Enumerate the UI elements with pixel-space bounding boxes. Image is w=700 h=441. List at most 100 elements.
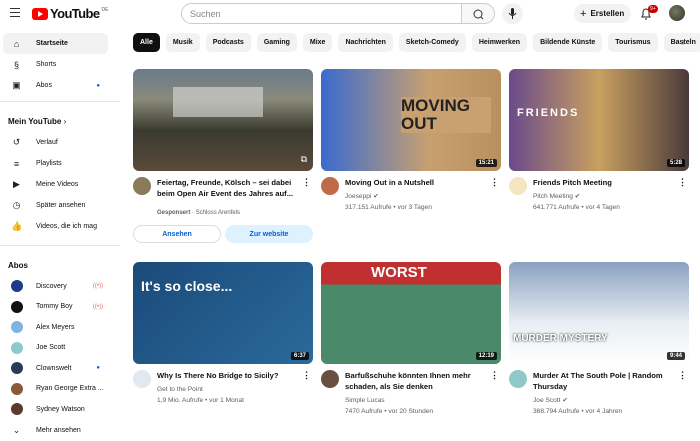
you-section-heading[interactable]: Mein YouTube › <box>0 107 120 132</box>
sidebar-subscription[interactable]: Clownswelt ● <box>3 358 108 379</box>
more-options-icon[interactable]: ⋮ <box>678 177 687 188</box>
channel-avatar[interactable] <box>321 370 339 388</box>
sidebar-item-abos[interactable]: ▣ Abos ● <box>3 75 108 96</box>
video-title[interactable]: Feiertag, Freunde, Kölsch – sei dabei be… <box>157 177 305 199</box>
home-icon: ⌂ <box>13 38 20 49</box>
channel-avatar[interactable] <box>321 177 339 195</box>
chip-sketch-comedy[interactable]: Sketch-Comedy <box>398 33 466 52</box>
thumbnail-text: MOVING OUT <box>401 97 491 133</box>
sidebar-subscription[interactable]: Discovery ((•)) <box>3 276 108 297</box>
video-thumbnail[interactable]: MOVING OUT 15:21 <box>321 69 501 171</box>
account-avatar[interactable] <box>669 5 685 21</box>
video-card[interactable]: MURDER MYSTERY 9:44 Murder At The South P… <box>509 262 689 417</box>
sidebar-item-shorts[interactable]: § Shorts <box>3 54 108 75</box>
channel-name[interactable]: Simple Lucas <box>345 397 385 404</box>
show-more-button[interactable]: ⌄ Mehr ansehen <box>3 420 108 441</box>
sidebar-item-watch-later[interactable]: ◷ Später ansehen <box>3 195 108 216</box>
sidebar-subscription[interactable]: Tommy Boy ((•)) <box>3 297 108 318</box>
chip-bildende künste[interactable]: Bildende Künste <box>533 33 603 52</box>
channel-avatar[interactable] <box>509 177 527 195</box>
video-thumbnail[interactable]: WORST 12:19 <box>321 262 501 364</box>
video-thumbnail[interactable]: MURDER MYSTERY 9:44 <box>509 262 689 364</box>
new-content-dot: ● <box>96 82 100 89</box>
notification-badge: 9+ <box>648 5 658 13</box>
ad-thumbnail[interactable]: ⧉ <box>133 69 313 171</box>
channel-avatar[interactable] <box>133 370 151 388</box>
chip-alle[interactable]: Alle <box>133 33 160 52</box>
menu-icon[interactable] <box>10 8 20 17</box>
thumbnail-text: FRIENDS <box>517 107 580 119</box>
video-title[interactable]: Friends Pitch Meeting <box>533 177 681 188</box>
create-button[interactable]: + Erstellen <box>574 4 631 23</box>
channel-name[interactable]: Get to the Point <box>157 386 203 393</box>
video-stats: 1,9 Mio. Aufrufe • vor 1 Monat <box>157 397 244 404</box>
video-title[interactable]: Barfußschuhe könnten Ihnen mehr schaden,… <box>345 370 493 392</box>
sidebar-subscription[interactable]: Ryan George Extra ... <box>3 379 108 400</box>
chip-tourismus[interactable]: Tourismus <box>608 33 658 52</box>
thumbnail-text: It's so close... <box>141 278 233 294</box>
chip-nachrichten[interactable]: Nachrichten <box>338 33 393 52</box>
video-card[interactable]: MOVING OUT 15:21 Moving Out in a Nutshell… <box>321 69 501 213</box>
more-options-icon[interactable]: ⋮ <box>678 370 687 381</box>
verified-icon: ✔ <box>574 193 581 200</box>
channel-name[interactable]: Joe Scott <box>533 397 561 404</box>
chip-heimwerken[interactable]: Heimwerken <box>471 33 528 52</box>
more-options-icon[interactable]: ⋮ <box>490 177 499 188</box>
sidebar-item-history[interactable]: ↺ Verlauf <box>3 132 108 153</box>
video-stats: 641.771 Aufrufe • vor 4 Tagen <box>533 204 620 211</box>
video-card[interactable]: It's so close... 6:37 Why Is There No Bri… <box>133 262 313 406</box>
video-thumbnail[interactable]: It's so close... 6:37 <box>133 262 313 364</box>
ad-card[interactable]: ⧉ Feiertag, Freunde, Kölsch – sei dabei … <box>133 69 313 243</box>
more-options-icon[interactable]: ⋮ <box>302 370 311 381</box>
video-title[interactable]: Why Is There No Bridge to Sicily? <box>157 370 305 381</box>
sidebar-item-startseite[interactable]: ⌂ Startseite <box>3 33 108 54</box>
watch-button[interactable]: Ansehen <box>133 225 221 243</box>
search-button[interactable] <box>461 3 495 24</box>
video-stats: 317.151 Aufrufe • vor 3 Tagen <box>345 204 432 211</box>
sidebar-item-like[interactable]: 👍 Videos, die ich mag <box>3 216 108 237</box>
more-options-icon[interactable]: ⋮ <box>302 177 311 188</box>
video-title[interactable]: Murder At The South Pole | Random Thursd… <box>533 370 681 392</box>
channel-avatar[interactable] <box>509 370 527 388</box>
chip-musik[interactable]: Musik <box>165 33 200 52</box>
your-videos-icon: ▶ <box>13 179 20 189</box>
chip-gaming[interactable]: Gaming <box>256 33 297 52</box>
thumbnail-text: WORST <box>371 264 427 281</box>
chevron-right-icon[interactable]: › <box>682 37 685 47</box>
chip-podcasts[interactable]: Podcasts <box>205 33 251 52</box>
sidebar-subscription[interactable]: Sydney Watson <box>3 399 108 420</box>
verified-icon: ✔ <box>373 193 379 200</box>
verified-icon: ✔ <box>562 397 568 404</box>
shorts-icon: § <box>13 59 19 70</box>
search-input[interactable]: Suchen <box>181 3 462 24</box>
visit-website-button[interactable]: Zur website <box>225 225 313 243</box>
sidebar-item-your-videos[interactable]: ▶ Meine Videos <box>3 174 108 195</box>
video-thumbnail[interactable]: FRIENDS 5:28 <box>509 69 689 171</box>
channel-avatar <box>11 280 23 293</box>
duration-badge: 12:19 <box>475 352 497 360</box>
sidebar-subscription[interactable]: Alex Meyers <box>3 317 108 338</box>
video-title[interactable]: Moving Out in a Nutshell <box>345 177 493 188</box>
sidebar-item-playlists[interactable]: ≡ Playlists <box>3 153 108 174</box>
video-card[interactable]: FRIENDS 5:28 Friends Pitch Meeting Pitch … <box>509 69 689 213</box>
channel-avatar <box>11 362 23 375</box>
channel-name[interactable]: Joeseppi <box>345 193 371 200</box>
channel-avatar[interactable] <box>133 177 151 195</box>
video-card[interactable]: WORST 12:19 Barfußschuhe könnten Ihnen me… <box>321 262 501 417</box>
channel-avatar <box>11 341 23 354</box>
play-logo-icon <box>32 7 48 20</box>
external-link-icon: ⧉ <box>300 154 307 164</box>
top-bar: YouTube DE Suchen + Erstellen 9+ <box>0 0 700 28</box>
thumbnail-text: MURDER MYSTERY <box>513 333 608 344</box>
video-stats: 368.794 Aufrufe • vor 4 Jahren <box>533 408 623 415</box>
new-content-dot: ● <box>96 365 100 372</box>
youtube-logo[interactable]: YouTube DE <box>32 6 108 21</box>
subscriptions-heading: Abos <box>8 261 28 270</box>
video-stats: 7470 Aufrufe • vor 20 Stunden <box>345 408 434 415</box>
playlists-icon: ≡ <box>13 158 20 169</box>
sidebar-subscription[interactable]: Joe Scott <box>3 338 108 359</box>
channel-name[interactable]: Pitch Meeting <box>533 193 573 200</box>
mic-button[interactable] <box>502 3 523 24</box>
chip-mixe[interactable]: Mixe <box>302 33 333 52</box>
more-options-icon[interactable]: ⋮ <box>490 370 499 381</box>
